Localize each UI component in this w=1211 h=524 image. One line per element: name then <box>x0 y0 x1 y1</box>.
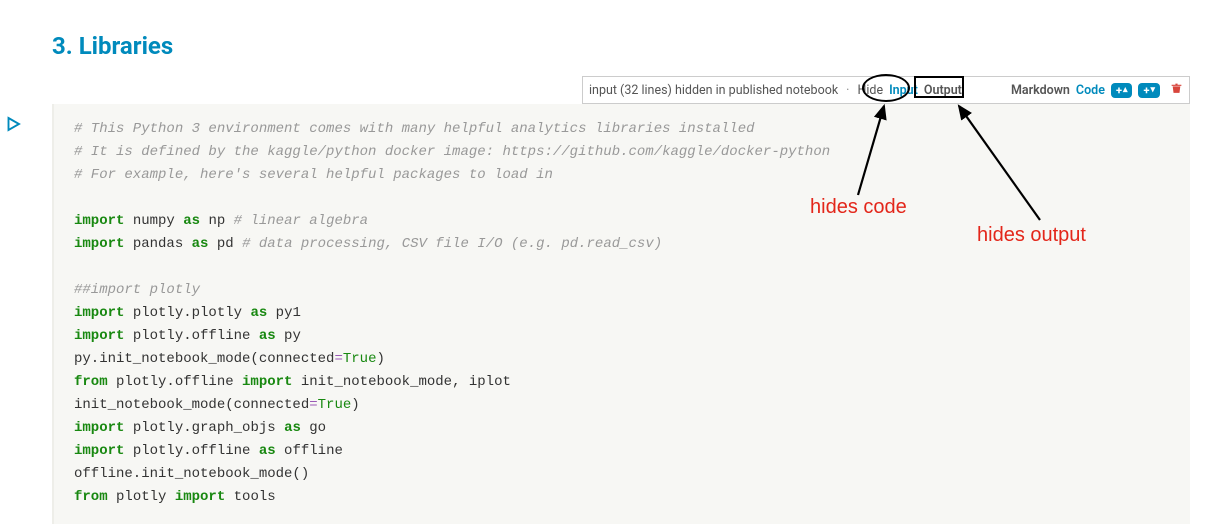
code-token: import <box>74 420 124 436</box>
code-line: offline.init_notebook_mode() <box>74 466 309 482</box>
code-token: # linear algebra <box>234 213 368 229</box>
code-token: py <box>276 328 301 344</box>
code-token: # data processing, CSV file I/O (e.g. pd… <box>242 236 662 252</box>
code-line: # It is defined by the kaggle/python doc… <box>74 144 830 160</box>
code-token: np <box>200 213 234 229</box>
cell-toolbar: input (32 lines) hidden in published not… <box>582 76 1190 104</box>
hide-input-button[interactable]: Input <box>889 83 918 98</box>
code-line: ##import plotly <box>74 282 200 298</box>
add-cell-above-button[interactable]: +▴ <box>1111 83 1133 98</box>
code-token: go <box>301 420 326 436</box>
code-token: plotly.plotly <box>124 305 250 321</box>
code-line: # For example, here's several helpful pa… <box>74 167 553 183</box>
plus-icon: + <box>1143 84 1149 97</box>
cell-status-text: input (32 lines) hidden in published not… <box>589 83 838 98</box>
code-token: True <box>318 397 352 413</box>
code-token: import <box>74 305 124 321</box>
code-token: plotly.offline <box>108 374 242 390</box>
code-token: plotly.graph_objs <box>124 420 284 436</box>
delete-cell-button[interactable] <box>1170 81 1183 99</box>
separator-dot: · <box>846 83 849 98</box>
add-cell-below-button[interactable]: +▾ <box>1138 83 1160 98</box>
play-icon <box>4 115 22 133</box>
code-line: # This Python 3 environment comes with m… <box>74 121 755 137</box>
code-token: import <box>74 213 124 229</box>
code-token: tools <box>225 489 275 505</box>
code-token: ) <box>376 351 384 367</box>
code-token: import <box>242 374 292 390</box>
code-token: init_notebook_mode, iplot <box>292 374 510 390</box>
code-token: numpy <box>124 213 183 229</box>
code-token: from <box>74 489 108 505</box>
hide-label: Hide <box>857 83 883 98</box>
code-token: offline <box>276 443 343 459</box>
code-token: as <box>259 443 276 459</box>
code-mode-button[interactable]: Code <box>1076 83 1105 98</box>
code-token: import <box>175 489 225 505</box>
caret-down-icon: ▾ <box>1150 86 1155 95</box>
code-token: import <box>74 328 124 344</box>
code-token: as <box>284 420 301 436</box>
code-token: ) <box>351 397 359 413</box>
code-token: py1 <box>267 305 301 321</box>
code-token: py.init_notebook_mode(connected <box>74 351 334 367</box>
caret-up-icon: ▴ <box>1123 86 1128 95</box>
code-token: plotly.offline <box>124 443 258 459</box>
code-token: import <box>74 443 124 459</box>
run-cell-button[interactable] <box>4 115 22 137</box>
hide-output-button[interactable]: Output <box>924 83 962 98</box>
code-token: plotly.offline <box>124 328 258 344</box>
code-token: from <box>74 374 108 390</box>
trash-icon <box>1170 81 1183 95</box>
markdown-mode-button[interactable]: Markdown <box>1011 83 1070 98</box>
code-token: as <box>183 213 200 229</box>
plus-icon: + <box>1116 84 1122 97</box>
code-token: import <box>74 236 124 252</box>
code-token: True <box>343 351 377 367</box>
code-token: as <box>259 328 276 344</box>
code-token: = <box>309 397 317 413</box>
code-token: = <box>334 351 342 367</box>
code-token: as <box>192 236 209 252</box>
code-token: pd <box>208 236 242 252</box>
code-cell[interactable]: # This Python 3 environment comes with m… <box>52 104 1190 524</box>
code-token: pandas <box>124 236 191 252</box>
section-heading: 3. Libraries <box>52 32 173 60</box>
code-token: as <box>250 305 267 321</box>
code-token: plotly <box>108 489 175 505</box>
code-token: init_notebook_mode(connected <box>74 397 309 413</box>
